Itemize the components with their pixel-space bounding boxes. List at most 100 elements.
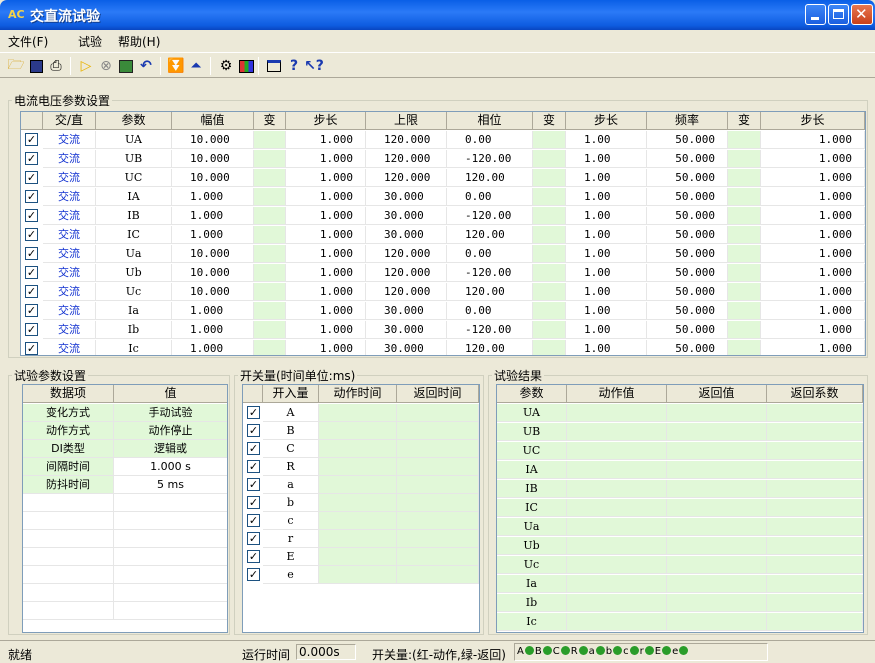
value-cell[interactable]: 120.00 <box>447 226 533 244</box>
value-cell[interactable]: 0.00 <box>447 302 533 320</box>
value-cell[interactable]: -120.00 <box>447 321 533 339</box>
down-icon[interactable]: ⏬ <box>166 56 186 76</box>
value-cell[interactable]: 120.00 <box>447 340 533 355</box>
value-cell[interactable]: 1.000 <box>761 264 865 282</box>
value-cell[interactable]: 0.00 <box>447 188 533 206</box>
row-checkbox[interactable]: ✓ <box>25 285 38 298</box>
value-cell[interactable]: -120.00 <box>447 150 533 168</box>
value-cell[interactable] <box>728 245 761 263</box>
value-cell[interactable]: 1.00 <box>566 264 647 282</box>
param-name-cell[interactable]: Ia <box>96 302 172 320</box>
row-checkbox[interactable]: ✓ <box>25 266 38 279</box>
value-cell[interactable]: 1.000 <box>761 169 865 187</box>
value-cell[interactable]: 1.000 <box>286 188 366 206</box>
switch-checkbox[interactable]: ✓ <box>247 550 260 563</box>
value-cell[interactable]: 30.000 <box>366 340 447 355</box>
param-name-cell[interactable]: IB <box>96 207 172 225</box>
test-settings-table[interactable]: 数据项值变化方式 手动试验 动作方式 动作停止 DI类型 逻辑或 间隔时间 1.000 s 防抖… <box>22 384 228 633</box>
value-cell[interactable] <box>254 169 286 187</box>
row-checkbox[interactable]: ✓ <box>25 190 38 203</box>
ac-dc-cell[interactable]: 交流 <box>43 131 96 149</box>
context-help-icon[interactable]: ↖? <box>304 56 324 76</box>
ac-dc-cell[interactable]: 交流 <box>43 340 96 355</box>
value-cell[interactable]: 1.000 <box>761 283 865 301</box>
value-cell[interactable]: 1.00 <box>566 131 647 149</box>
value-cell[interactable]: 1.00 <box>566 321 647 339</box>
switches-table[interactable]: 开入量 动作时间 返回时间 ✓ A ✓ B ✓ C ✓ R ✓ a ✓ b ✓ c ✓ r ✓ E ✓ e <box>242 384 480 633</box>
row-checkbox[interactable]: ✓ <box>25 133 38 146</box>
value-cell[interactable]: 1.000 <box>761 302 865 320</box>
value-cell[interactable] <box>728 226 761 244</box>
value-cell[interactable] <box>533 283 566 301</box>
undo-icon[interactable]: ↶ <box>136 56 156 76</box>
close-button[interactable]: ✕ <box>851 4 873 25</box>
param-name-cell[interactable]: Ua <box>96 245 172 263</box>
settings-icon[interactable]: ⚙ <box>216 56 236 76</box>
value-cell[interactable]: 1.000 <box>286 264 366 282</box>
value-cell[interactable] <box>254 264 286 282</box>
bar-chart-icon[interactable] <box>236 56 256 76</box>
value-cell[interactable]: 1.00 <box>566 169 647 187</box>
value-cell[interactable] <box>728 188 761 206</box>
row-checkbox[interactable]: ✓ <box>25 209 38 222</box>
row-checkbox[interactable]: ✓ <box>25 304 38 317</box>
print-icon[interactable]: ⎙ <box>46 56 66 76</box>
value-cell[interactable]: 1.000 <box>761 226 865 244</box>
value-cell[interactable] <box>728 302 761 320</box>
setting-value[interactable]: 逻辑或 <box>114 440 227 458</box>
param-name-cell[interactable]: Uc <box>96 283 172 301</box>
value-cell[interactable]: 10.000 <box>172 283 254 301</box>
value-cell[interactable] <box>254 150 286 168</box>
value-cell[interactable] <box>533 131 566 149</box>
ac-dc-cell[interactable]: 交流 <box>43 302 96 320</box>
value-cell[interactable]: 120.000 <box>366 245 447 263</box>
value-cell[interactable]: 30.000 <box>366 226 447 244</box>
value-cell[interactable]: 10.000 <box>172 131 254 149</box>
run-icon[interactable]: ▷ <box>76 56 96 76</box>
value-cell[interactable]: 120.000 <box>366 169 447 187</box>
value-cell[interactable] <box>533 245 566 263</box>
value-cell[interactable]: 120.000 <box>366 131 447 149</box>
value-cell[interactable]: 1.000 <box>286 302 366 320</box>
value-cell[interactable]: 10.000 <box>172 245 254 263</box>
menu-file[interactable]: 文件(F) <box>8 33 48 50</box>
row-checkbox[interactable]: ✓ <box>25 152 38 165</box>
value-cell[interactable]: 10.000 <box>172 150 254 168</box>
window-icon[interactable] <box>264 56 284 76</box>
chart-icon[interactable] <box>116 56 136 76</box>
value-cell[interactable] <box>728 321 761 339</box>
value-cell[interactable]: 120.00 <box>447 283 533 301</box>
ac-dc-cell[interactable]: 交流 <box>43 207 96 225</box>
value-cell[interactable] <box>254 302 286 320</box>
value-cell[interactable]: 50.000 <box>647 321 728 339</box>
value-cell[interactable]: 1.00 <box>566 302 647 320</box>
value-cell[interactable]: 120.000 <box>366 150 447 168</box>
setting-value[interactable]: 手动试验 <box>114 404 227 422</box>
param-name-cell[interactable]: IA <box>96 188 172 206</box>
ac-dc-cell[interactable]: 交流 <box>43 169 96 187</box>
value-cell[interactable]: 50.000 <box>647 245 728 263</box>
value-cell[interactable]: 1.000 <box>286 150 366 168</box>
save-icon[interactable] <box>26 56 46 76</box>
value-cell[interactable]: 1.000 <box>761 150 865 168</box>
switch-checkbox[interactable]: ✓ <box>247 514 260 527</box>
value-cell[interactable]: 50.000 <box>647 302 728 320</box>
value-cell[interactable]: 30.000 <box>366 302 447 320</box>
title-bar[interactable]: AC 交直流试验 ✕ <box>0 0 875 30</box>
value-cell[interactable]: 1.000 <box>286 245 366 263</box>
value-cell[interactable]: 1.000 <box>761 245 865 263</box>
param-name-cell[interactable]: IC <box>96 226 172 244</box>
value-cell[interactable]: 50.000 <box>647 150 728 168</box>
ac-dc-cell[interactable]: 交流 <box>43 321 96 339</box>
ac-dc-cell[interactable]: 交流 <box>43 188 96 206</box>
value-cell[interactable] <box>254 226 286 244</box>
switch-checkbox[interactable]: ✓ <box>247 478 260 491</box>
value-cell[interactable]: 50.000 <box>647 207 728 225</box>
value-cell[interactable] <box>728 283 761 301</box>
value-cell[interactable]: 1.000 <box>286 283 366 301</box>
value-cell[interactable]: 0.00 <box>447 245 533 263</box>
minimize-button[interactable] <box>805 4 826 25</box>
value-cell[interactable] <box>533 264 566 282</box>
value-cell[interactable]: 30.000 <box>366 207 447 225</box>
value-cell[interactable] <box>533 340 566 355</box>
